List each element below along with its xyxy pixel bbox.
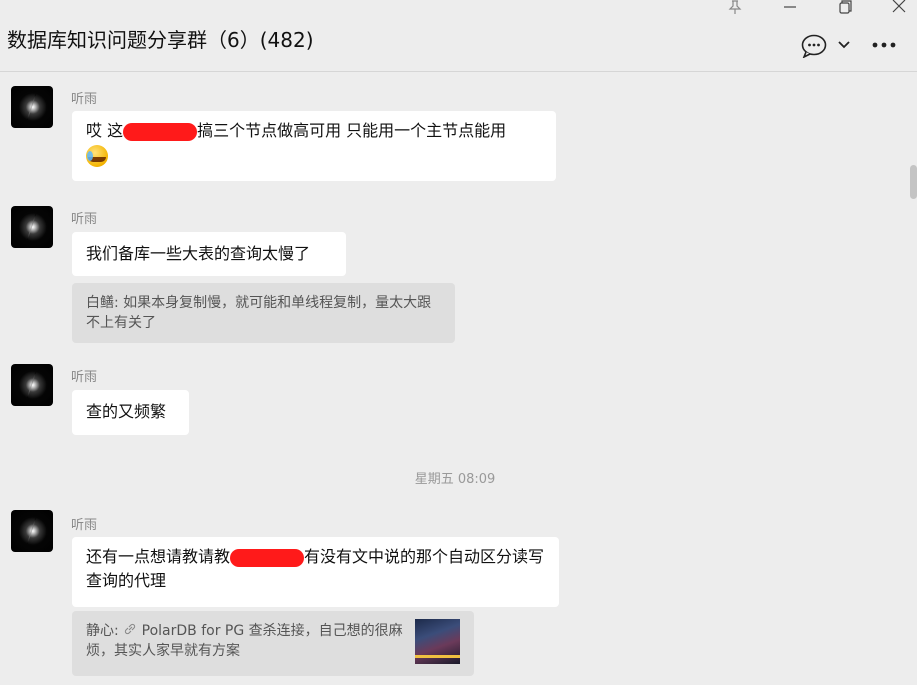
chevron-down-icon[interactable] — [837, 40, 851, 50]
chat-bubble-icon[interactable] — [801, 34, 829, 58]
redaction-mark — [123, 122, 198, 141]
sender-name: 听雨 — [71, 518, 98, 533]
message-text: 我们备库一些大表的查询太慢了 — [86, 244, 311, 263]
link-icon — [125, 623, 136, 635]
close-icon[interactable] — [890, 0, 908, 14]
quoted-message[interactable]: 静心: PolarDB for PG 查杀连接，自己想的很麻烦，其实人家早就有方… — [72, 611, 474, 676]
redaction-mark — [230, 548, 305, 567]
message-text: 搞三个节点做高可用 只能用一个主节点能用 — [197, 121, 507, 140]
chat-header: 数据库知识问题分享群（6）(482) — [0, 0, 917, 72]
laughing-crying-emoji-icon — [86, 144, 108, 167]
sender-name: 听雨 — [71, 370, 98, 385]
quoted-message[interactable]: 白鳝: 如果本身复制慢，就可能和单线程复制，量太大跟不上有关了 — [72, 283, 455, 343]
sender-name: 听雨 — [71, 92, 98, 107]
message-list[interactable]: 听雨 哎 这 搞三个节点做高可用 只能用一个主节点能用 听雨 我们备库一些大表的查… — [0, 72, 917, 685]
message-text: 哎 这 — [86, 121, 124, 140]
timestamp: 星期五 08:09 — [414, 472, 496, 487]
avatar[interactable] — [11, 364, 53, 406]
message-bubble[interactable]: 还有一点想请教请教 有没有文中说的那个自动区分读写查询的代理 — [72, 537, 559, 607]
avatar[interactable] — [11, 510, 53, 552]
avatar[interactable] — [11, 206, 53, 248]
message-bubble[interactable]: 哎 这 搞三个节点做高可用 只能用一个主节点能用 — [72, 111, 556, 181]
quote-prefix: 静心: — [86, 623, 124, 639]
quote-text: 白鳝: 如果本身复制慢，就可能和单线程复制，量太大跟不上有关了 — [86, 295, 432, 331]
article-thumbnail[interactable] — [415, 619, 460, 664]
sender-name: 听雨 — [71, 212, 98, 227]
message-bubble[interactable]: 查的又频繁 — [72, 390, 189, 435]
message-text: 还有一点想请教请教 — [86, 547, 231, 566]
chat-title: 数据库知识问题分享群（6）(482) — [7, 28, 314, 52]
message-bubble[interactable]: 我们备库一些大表的查询太慢了 — [72, 232, 346, 276]
pin-icon[interactable] — [726, 0, 744, 14]
minimize-icon[interactable] — [781, 0, 799, 14]
scrollbar-thumb[interactable] — [910, 165, 917, 199]
avatar[interactable] — [11, 86, 53, 128]
message-text: 查的又频繁 — [86, 402, 167, 421]
more-icon[interactable] — [871, 41, 897, 49]
restore-icon[interactable] — [836, 0, 854, 14]
